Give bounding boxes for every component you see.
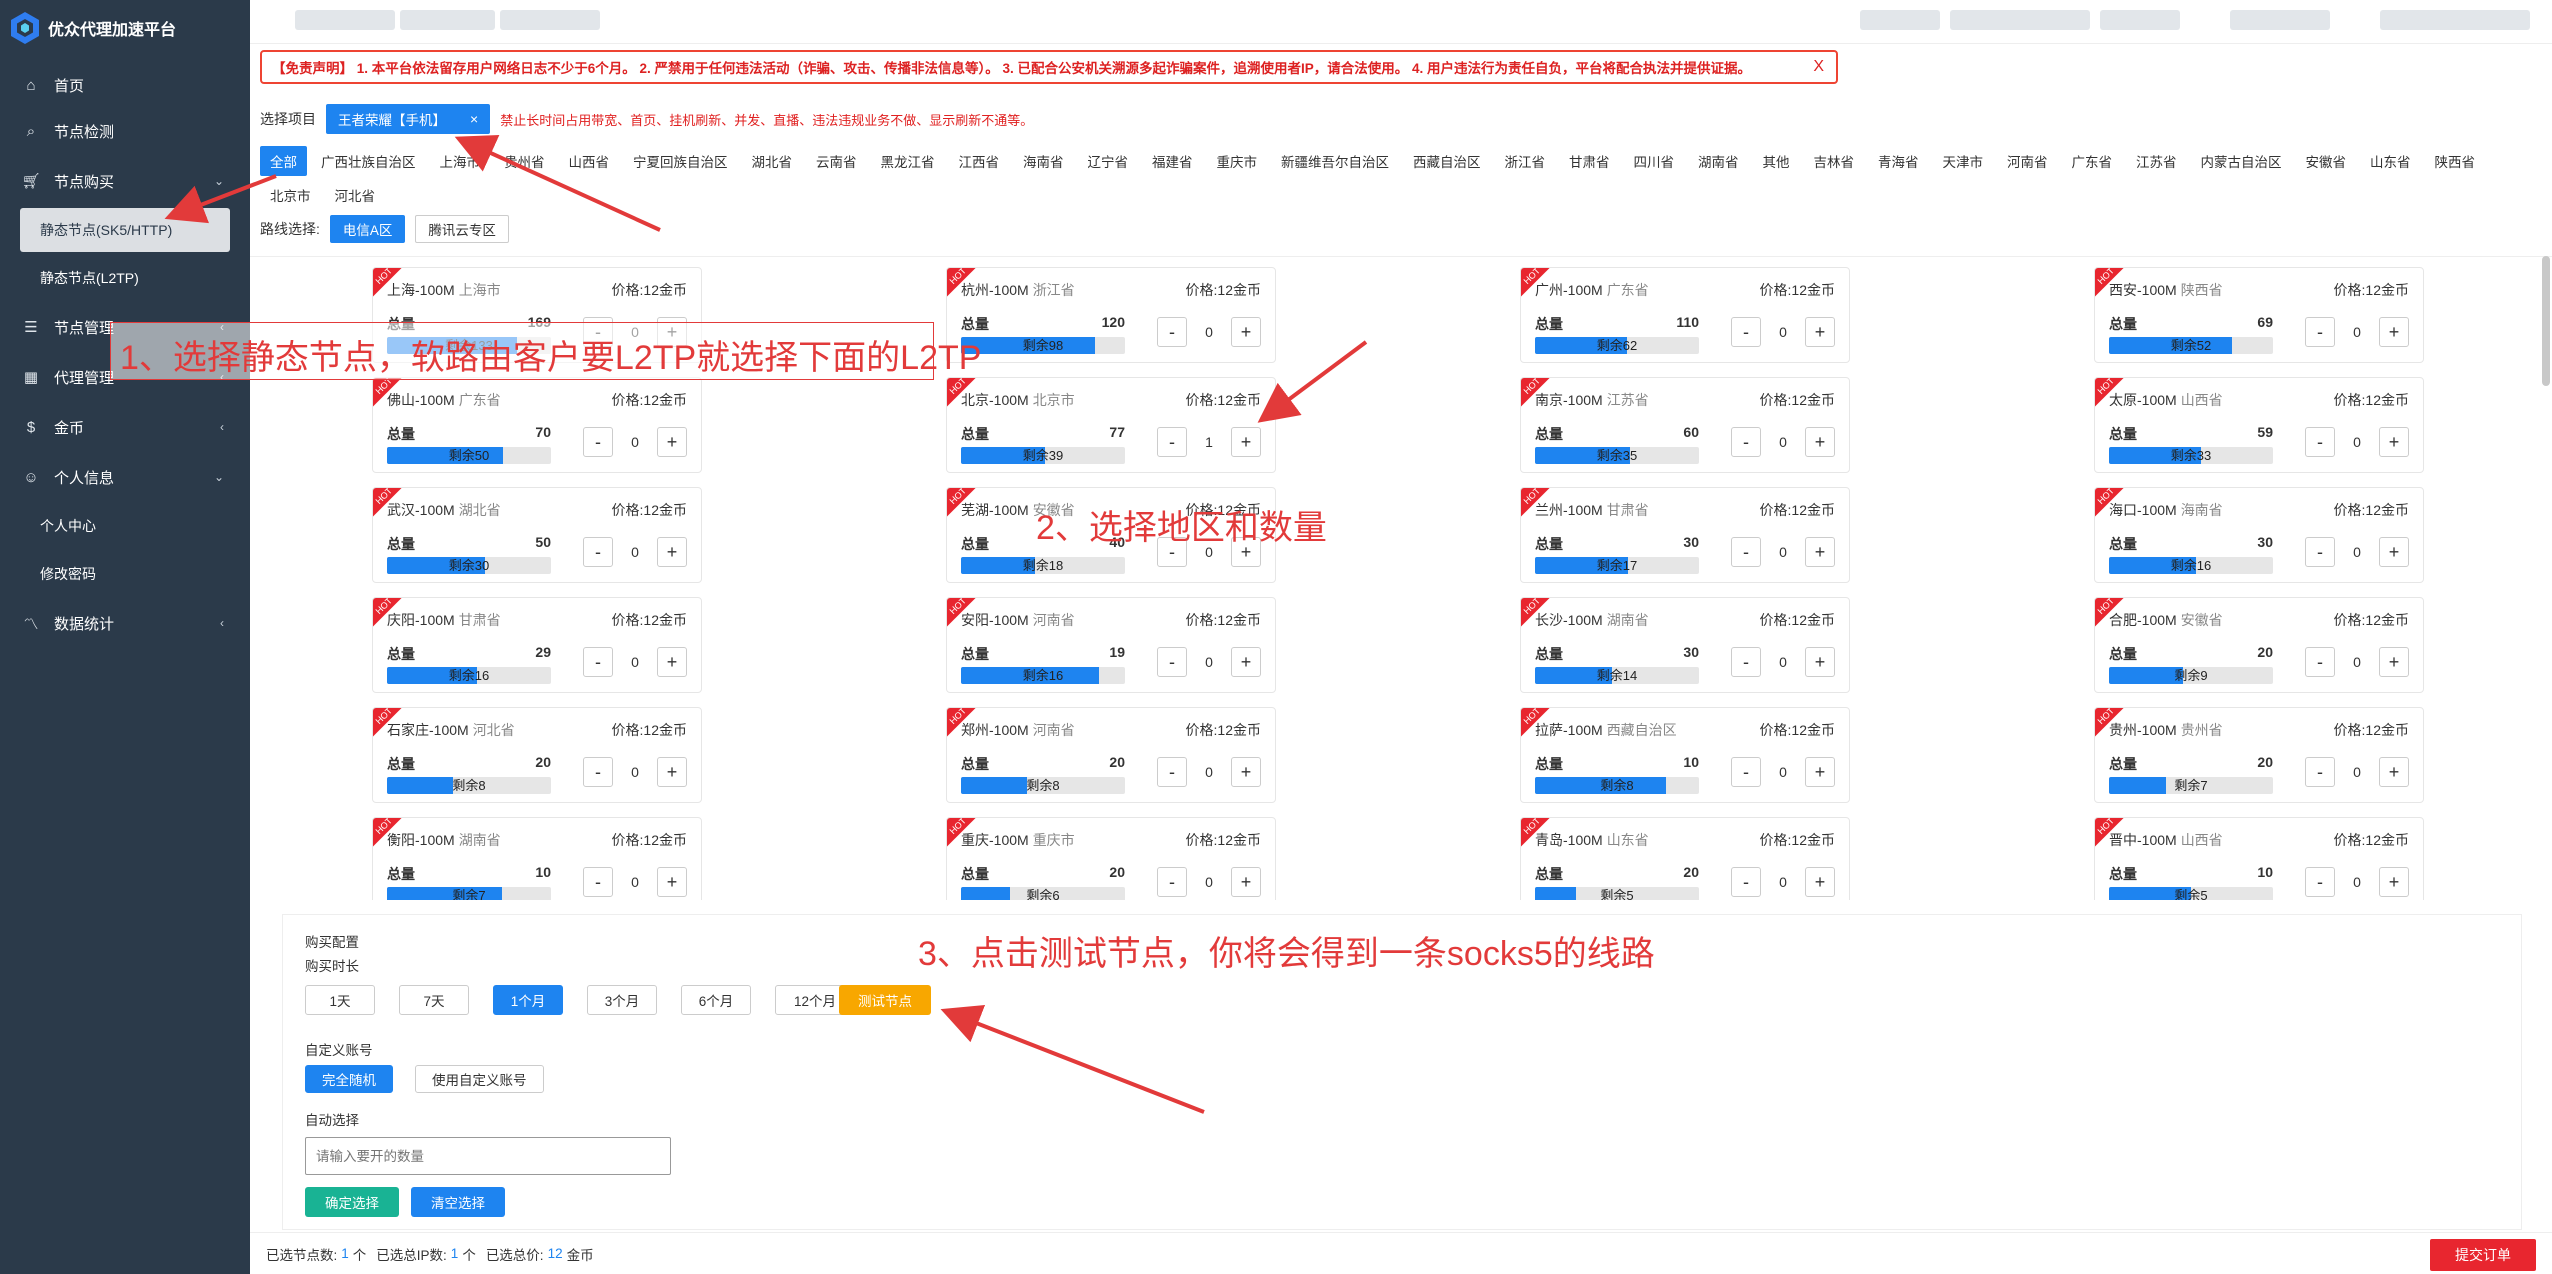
annotation-arrows	[164, 135, 1368, 1114]
arrow-to-test-button	[940, 1005, 1205, 1114]
arrow-to-quantity	[1257, 340, 1368, 423]
arrow-to-static-node	[164, 174, 277, 224]
arrow-to-project	[454, 135, 661, 232]
